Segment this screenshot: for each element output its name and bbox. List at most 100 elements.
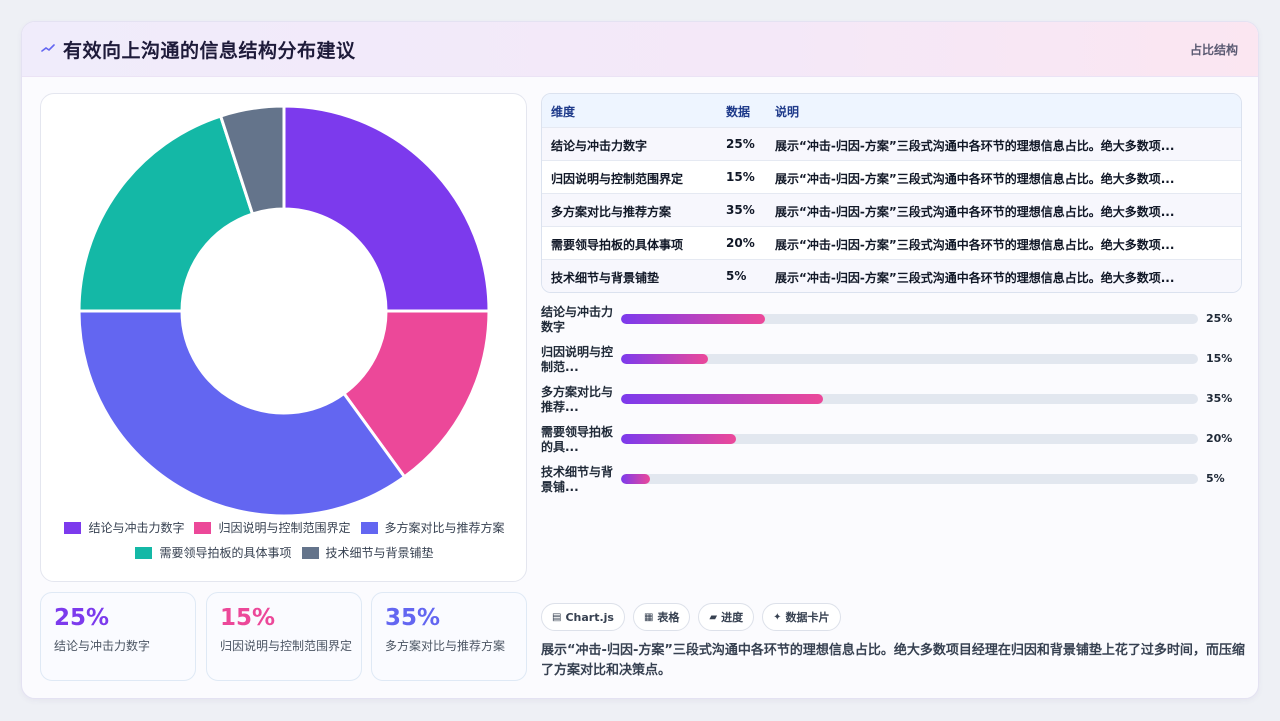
- progress-row: 结论与冲击力数字 25%: [541, 305, 1242, 337]
- legend-swatch: [135, 546, 153, 559]
- progress-label: 结论与冲击力数字: [541, 305, 614, 334]
- legend-label: 多方案对比与推荐方案: [384, 521, 505, 535]
- progress-track: [621, 394, 1198, 404]
- progress-list: 结论与冲击力数字 25% 归因说明与控制范... 15% 多方案对比与推荐...…: [541, 305, 1242, 505]
- progress-label: 多方案对比与推荐...: [541, 385, 614, 414]
- table-cell: 需要领导拍板的具体事项: [551, 238, 684, 252]
- table-cell: 展示“冲击-归因-方案”三段式沟通中各环节的理想信息占比。绝大多数项...: [775, 238, 1175, 252]
- tag-label: 进度: [721, 611, 744, 624]
- legend-item[interactable]: 结论与冲击力数字: [64, 519, 184, 536]
- header-subtitle: 占比结构: [1189, 43, 1238, 57]
- progress-fill: [621, 354, 708, 364]
- stat-value: 25%: [54, 605, 110, 631]
- table-cell: 25%: [726, 137, 755, 151]
- legend-item[interactable]: 需要领导拍板的具体事项: [135, 544, 292, 561]
- stat-value: 35%: [385, 605, 441, 631]
- table-cell: 归因说明与控制范围界定: [551, 172, 684, 186]
- progress-row: 多方案对比与推荐... 35%: [541, 385, 1242, 417]
- progress-icon: ▰: [709, 611, 718, 623]
- tag-list: ▤ Chart.js ▦ 表格 ▰ 进度 ✦ 数据卡片: [541, 603, 841, 631]
- stat-label: 归因说明与控制范围界定: [220, 639, 353, 653]
- table-row: 技术细节与背景铺垫 5% 展示“冲击-归因-方案”三段式沟通中各环节的理想信息占…: [542, 259, 1241, 292]
- stat-value: 15%: [220, 605, 276, 631]
- stat-card: 25% 结论与冲击力数字: [40, 592, 196, 681]
- tag-chartjs[interactable]: ▤ Chart.js: [541, 603, 625, 631]
- donut-chart: [77, 104, 491, 518]
- tag-label: 数据卡片: [785, 611, 830, 624]
- progress-fill: [621, 434, 737, 444]
- legend-label: 技术细节与背景铺垫: [325, 546, 434, 560]
- legend-swatch: [194, 521, 212, 534]
- progress-fill: [621, 474, 650, 484]
- table-cell: 展示“冲击-归因-方案”三段式沟通中各环节的理想信息占比。绝大多数项...: [775, 172, 1175, 186]
- table-row: 需要领导拍板的具体事项 20% 展示“冲击-归因-方案”三段式沟通中各环节的理想…: [542, 226, 1241, 259]
- stat-label: 结论与冲击力数字: [54, 639, 151, 653]
- progress-row: 归因说明与控制范... 15%: [541, 345, 1242, 377]
- donut-chart-panel: 结论与冲击力数字 归因说明与控制范围界定 多方案对比与推荐方案需要领导拍板的具体事项…: [40, 93, 527, 582]
- table-cell: 展示“冲击-归因-方案”三段式沟通中各环节的理想信息占比。绝大多数项...: [775, 139, 1175, 153]
- progress-value: 35%: [1206, 392, 1233, 405]
- legend-item[interactable]: 多方案对比与推荐方案: [360, 519, 505, 536]
- sparkle-icon: ✦: [773, 611, 782, 623]
- data-table: 维度 数据 说明 结论与冲击力数字 25% 展示“冲击-归因-方案”三段式沟通中…: [541, 93, 1242, 293]
- tag-progress[interactable]: ▰ 进度: [698, 603, 755, 631]
- legend-label: 结论与冲击力数字: [88, 521, 185, 535]
- progress-row: 需要领导拍板的具... 20%: [541, 425, 1242, 457]
- table-cell: 展示“冲击-归因-方案”三段式沟通中各环节的理想信息占比。绝大多数项...: [775, 271, 1175, 285]
- stat-label: 多方案对比与推荐方案: [385, 639, 506, 653]
- legend-label: 归因说明与控制范围界定: [218, 521, 351, 535]
- table-header-cell: 维度: [551, 105, 576, 119]
- chart-legend: 结论与冲击力数字 归因说明与控制范围界定 多方案对比与推荐方案需要领导拍板的具体事项…: [53, 519, 516, 561]
- report-card: 有效向上沟通的信息结构分布建议 占比结构 结论与冲击力数字 归因说明与控制范围界定…: [21, 21, 1259, 699]
- donut-slice[interactable]: [77, 114, 255, 313]
- progress-label: 技术细节与背景铺...: [541, 465, 614, 494]
- stat-card: 35% 多方案对比与推荐方案: [371, 592, 527, 681]
- table-row: 多方案对比与推荐方案 35% 展示“冲击-归因-方案”三段式沟通中各环节的理想信…: [542, 193, 1241, 226]
- table-icon: ▦: [643, 611, 654, 623]
- table-cell: 多方案对比与推荐方案: [551, 205, 672, 219]
- table-header-row: 维度 数据 说明: [542, 94, 1241, 127]
- progress-label: 归因说明与控制范...: [541, 345, 614, 374]
- progress-fill: [621, 394, 823, 404]
- progress-track: [621, 354, 1198, 364]
- progress-track: [621, 434, 1198, 444]
- progress-label: 需要领导拍板的具...: [541, 425, 614, 454]
- header-bar: 有效向上沟通的信息结构分布建议 占比结构: [22, 22, 1258, 77]
- progress-track: [621, 474, 1198, 484]
- progress-value: 5%: [1206, 472, 1225, 485]
- page-title: 有效向上沟通的信息结构分布建议: [63, 40, 356, 62]
- table-cell: 15%: [726, 170, 755, 184]
- donut-slice[interactable]: [282, 104, 491, 313]
- table-cell: 结论与冲击力数字: [551, 139, 648, 153]
- chart-description: 展示“冲击-归因-方案”三段式沟通中各环节的理想信息占比。绝大多数项目经理在归因…: [541, 643, 1245, 678]
- donut-slice[interactable]: [77, 309, 407, 518]
- tag-table[interactable]: ▦ 表格: [632, 603, 691, 631]
- table-cell: 展示“冲击-归因-方案”三段式沟通中各环节的理想信息占比。绝大多数项...: [775, 205, 1175, 219]
- progress-value: 20%: [1206, 432, 1233, 445]
- tag-data-card[interactable]: ✦ 数据卡片: [762, 603, 841, 631]
- stat-card: 15% 归因说明与控制范围界定: [206, 592, 362, 681]
- progress-track: [621, 314, 1198, 324]
- progress-value: 15%: [1206, 352, 1233, 365]
- legend-item[interactable]: 技术细节与背景铺垫: [301, 544, 434, 561]
- legend-swatch: [301, 546, 319, 559]
- table-cell: 35%: [726, 203, 755, 217]
- progress-fill: [621, 314, 766, 324]
- legend-swatch: [360, 521, 378, 534]
- table-cell: 20%: [726, 236, 755, 250]
- legend-label: 需要领导拍板的具体事项: [159, 546, 292, 560]
- legend-item[interactable]: 归因说明与控制范围界定: [194, 519, 351, 536]
- tag-label: 表格: [657, 611, 680, 624]
- chart-icon: ▤: [552, 611, 562, 623]
- sparkline-icon: [41, 44, 55, 52]
- tag-label: Chart.js: [565, 610, 614, 624]
- table-header-cell: 数据: [726, 105, 751, 119]
- legend-swatch: [64, 521, 82, 534]
- progress-row: 技术细节与背景铺... 5%: [541, 465, 1242, 497]
- table-cell: 技术细节与背景铺垫: [551, 271, 660, 285]
- table-row: 结论与冲击力数字 25% 展示“冲击-归因-方案”三段式沟通中各环节的理想信息占…: [542, 127, 1241, 160]
- progress-value: 25%: [1206, 312, 1233, 325]
- table-cell: 5%: [726, 269, 747, 283]
- table-header-cell: 说明: [775, 105, 800, 119]
- table-row: 归因说明与控制范围界定 15% 展示“冲击-归因-方案”三段式沟通中各环节的理想…: [542, 160, 1241, 193]
